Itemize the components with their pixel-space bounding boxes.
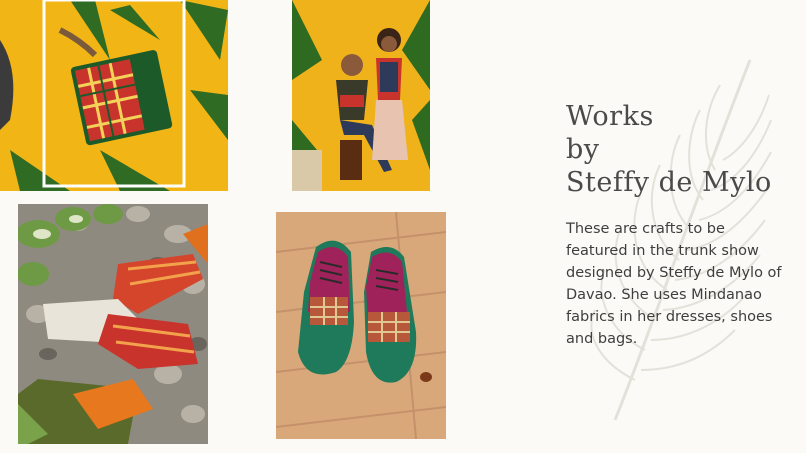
title-line-1: Works: [566, 101, 654, 132]
slide-body-text: These are crafts to be featured in the t…: [566, 221, 782, 347]
two-women-photo: [292, 0, 430, 191]
green-oxford-shoes-photo: [276, 212, 446, 439]
plaid-handbag-photo: [0, 0, 228, 191]
title-line-3: Steffy de Mylo: [566, 167, 772, 198]
slippers-on-pebbles-photo: [18, 204, 208, 444]
title-line-2: by: [566, 134, 600, 165]
slide: Works by Steffy de Mylo These are crafts…: [0, 0, 806, 453]
slide-title: Works by Steffy de Mylo: [566, 100, 796, 199]
